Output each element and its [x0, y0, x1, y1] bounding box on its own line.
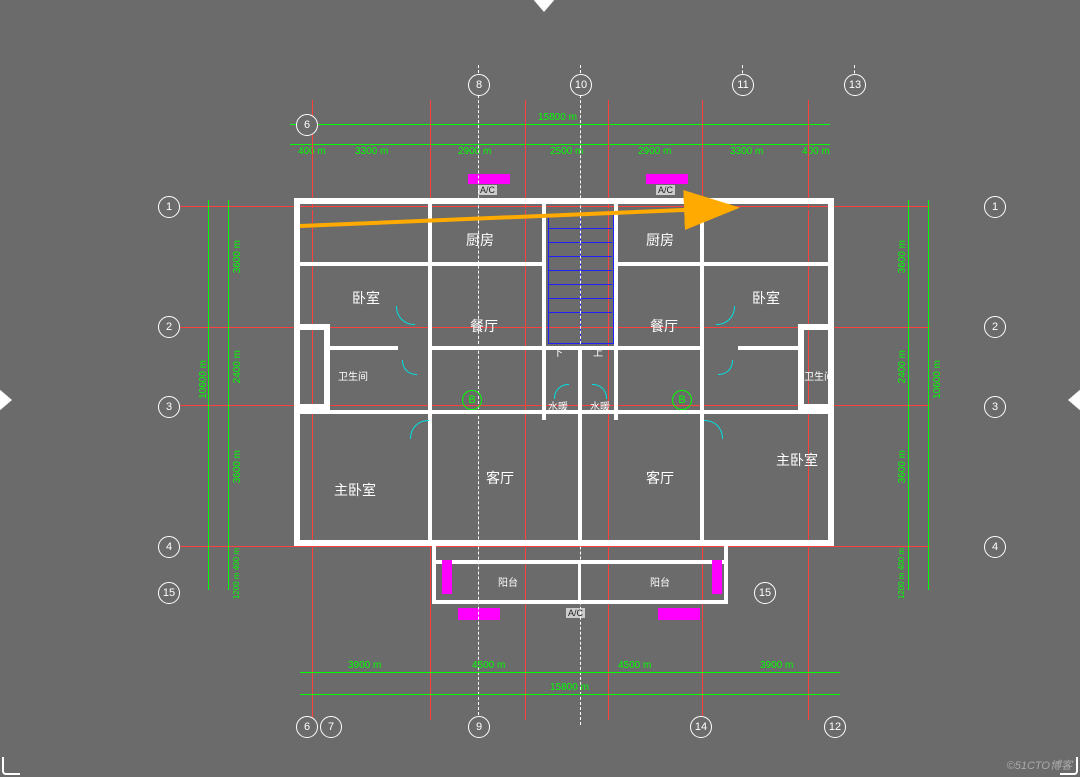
door-3	[410, 420, 429, 439]
ac-tr	[646, 174, 688, 184]
ph-kit	[432, 262, 544, 266]
grid-v-13-t: 13	[844, 74, 866, 96]
ph-mid	[432, 346, 702, 350]
dim-top-total-txt: 15800 m	[538, 112, 577, 123]
door-wc-cr	[592, 384, 607, 399]
room-bed-r: 卧室	[752, 288, 780, 308]
room-living-l: 客厅	[486, 468, 514, 488]
room-wc-r: 水暖	[590, 398, 610, 413]
grid-h-1-l: 1	[158, 196, 180, 218]
mark-B-l: B	[462, 390, 482, 410]
ac-tl	[468, 174, 510, 184]
dim-left	[228, 200, 229, 590]
stair-up: 上	[593, 344, 603, 359]
door-1	[396, 306, 415, 325]
door-2	[716, 306, 735, 325]
ph-bath2	[300, 410, 430, 414]
watermark: ©51CTO博客	[1007, 757, 1072, 773]
ph-bath2r	[704, 410, 832, 414]
grid-h-15-l: 15	[158, 582, 180, 604]
ac-r-txt: A/C	[656, 185, 675, 195]
grid-h-2-r: 2	[984, 316, 1006, 338]
wall-left	[294, 198, 300, 546]
wall-top-in	[294, 208, 834, 210]
pv-4	[700, 200, 704, 544]
pv-1	[428, 200, 432, 544]
door-bath-l	[402, 360, 417, 375]
wall-bot	[294, 540, 834, 546]
room-kitchen-r: 厨房	[646, 230, 674, 250]
grid-h-3-l: 3	[158, 396, 180, 418]
dim-bot	[300, 672, 840, 673]
wall-left-step2	[324, 324, 330, 410]
grid-h-15-r2: 15	[754, 582, 776, 604]
ph-bath	[328, 346, 398, 350]
ac-br	[712, 560, 722, 594]
marker-left	[0, 388, 12, 412]
ac-bl	[442, 560, 452, 594]
room-living-r: 客厅	[646, 468, 674, 488]
dim-right2	[928, 200, 929, 590]
balcony-l	[432, 546, 436, 604]
grid-h-1-r: 1	[984, 196, 1006, 218]
pv-3	[614, 200, 618, 420]
grid-v-12-b: 12	[824, 716, 846, 738]
room-wc-l: 水暖	[548, 398, 568, 413]
ac-b-txt: A/C	[566, 608, 585, 618]
dim-right	[908, 200, 909, 590]
wall-right-step2	[798, 324, 804, 410]
floor-plan-canvas: 15800 m 400 m 3300 m 2900 m 2500 m 2900 …	[0, 0, 1080, 777]
grid-v-8-t: 8	[468, 74, 490, 96]
marker-right	[1068, 388, 1080, 412]
ph-kit-r	[618, 262, 702, 266]
room-dining-l: 餐厅	[470, 316, 498, 336]
grid-v-14-b: 14	[690, 716, 712, 738]
dim-top-row	[290, 144, 830, 145]
door-4	[704, 420, 723, 439]
grid-v-11-t: 11	[732, 74, 754, 96]
grid-h-3-r: 3	[984, 396, 1006, 418]
room-master-l: 主卧室	[334, 480, 376, 500]
marker-bl	[2, 757, 20, 775]
room-bed-l: 卧室	[352, 288, 380, 308]
balcony-r	[724, 546, 728, 604]
grid-v-7-b: 7	[320, 716, 342, 738]
dim-bot2	[300, 694, 840, 695]
ac-br2	[658, 608, 700, 620]
grid-h-4-l: 4	[158, 536, 180, 558]
door-wc-cl	[554, 384, 569, 399]
grid-v-9-b: 9	[468, 716, 490, 738]
marker-top	[532, 0, 556, 12]
wall-top	[294, 198, 834, 204]
stair-box	[548, 214, 614, 344]
room-balcony-r: 阳台	[650, 574, 670, 589]
room-bath-r: 卫生间	[804, 368, 834, 383]
room-dining-r: 餐厅	[650, 316, 678, 336]
ext-red-4	[160, 546, 930, 547]
room-master-r: 主卧室	[776, 450, 818, 470]
pv-2	[542, 200, 546, 420]
room-balcony-l: 阳台	[498, 574, 518, 589]
mark-B-r: B	[672, 390, 692, 410]
stair-down: 下	[553, 344, 563, 359]
grid-10	[580, 65, 581, 725]
door-bath-r	[718, 360, 733, 375]
ph-1	[300, 262, 430, 266]
ac-l-txt: A/C	[478, 185, 497, 195]
grid-v-6-b: 6	[296, 716, 318, 738]
grid-h-4-r: 4	[984, 536, 1006, 558]
dim-top-total	[290, 124, 830, 125]
grid-v-6-t: 6	[296, 114, 318, 136]
ph-1r	[704, 262, 830, 266]
ph-bath-r	[738, 346, 800, 350]
grid-v-10-t: 10	[570, 74, 592, 96]
grid-h-2-l: 2	[158, 316, 180, 338]
ac-bl2	[458, 608, 500, 620]
room-bath-l: 卫生间	[338, 368, 368, 383]
room-kitchen-l: 厨房	[466, 230, 494, 250]
